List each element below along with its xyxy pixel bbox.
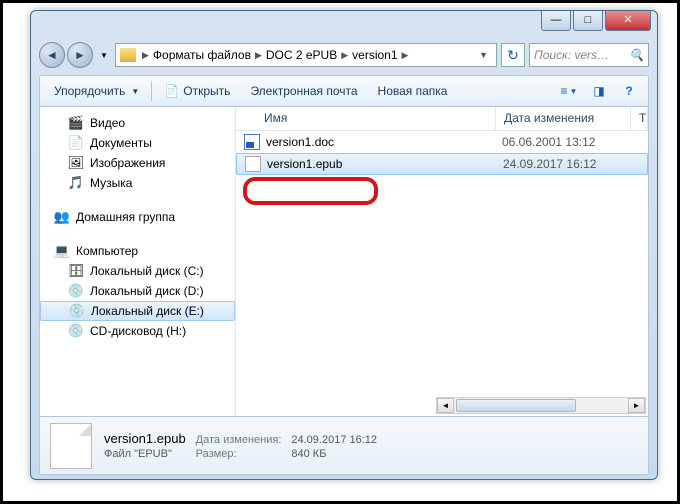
scroll-right-button[interactable]: ► bbox=[628, 398, 645, 413]
sidebar-item-drive-d[interactable]: 💿 Локальный диск (D:) bbox=[40, 281, 235, 301]
close-button[interactable]: ✕ bbox=[605, 11, 651, 31]
file-name: version1.epub bbox=[267, 157, 503, 171]
column-name[interactable]: Имя bbox=[236, 107, 496, 130]
titlebar[interactable]: — □ ✕ bbox=[31, 11, 657, 39]
video-icon: 🎬 bbox=[68, 115, 84, 131]
breadcrumb-item[interactable]: DOC 2 ePUB bbox=[264, 48, 339, 62]
open-label: Открыть bbox=[183, 84, 230, 98]
sidebar-item-drive-c[interactable]: 🗄 Локальный диск (C:) bbox=[40, 261, 235, 281]
sidebar-group-homegroup[interactable]: 👥 Домашняя группа bbox=[40, 207, 235, 227]
scroll-left-button[interactable]: ◄ bbox=[437, 398, 454, 413]
nav-history-dropdown[interactable]: ▼ bbox=[97, 45, 111, 65]
help-button[interactable]: ? bbox=[616, 80, 642, 102]
label: CD-дисковод (H:) bbox=[90, 324, 186, 338]
music-icon: 🎵 bbox=[68, 175, 84, 191]
drive-icon: 🗄 bbox=[68, 263, 84, 279]
details-pane: version1.epub Дата изменения: 24.09.2017… bbox=[39, 417, 649, 475]
breadcrumb-separator[interactable]: ▶ bbox=[253, 50, 264, 61]
back-button[interactable]: ◄ bbox=[39, 42, 65, 68]
explorer-window: — □ ✕ ◄ ► ▼ ▶ Форматы файлов ▶ DOC 2 ePU… bbox=[30, 10, 658, 480]
breadcrumb-separator[interactable]: ▶ bbox=[400, 50, 411, 61]
organize-label: Упорядочить bbox=[54, 84, 125, 98]
content-area: 🎬 Видео 📄 Документы 🖼 Изображения 🎵 Музы… bbox=[39, 107, 649, 417]
breadcrumb-separator[interactable]: ▶ bbox=[140, 50, 151, 61]
window-controls: — □ ✕ bbox=[539, 11, 651, 31]
navigation-pane: 🎬 Видео 📄 Документы 🖼 Изображения 🎵 Музы… bbox=[40, 107, 236, 416]
search-placeholder: Поиск: vers… bbox=[534, 48, 609, 62]
separator bbox=[151, 81, 152, 101]
column-type[interactable]: Т bbox=[631, 107, 648, 130]
address-bar[interactable]: ▶ Форматы файлов ▶ DOC 2 ePUB ▶ version1… bbox=[115, 43, 497, 67]
file-row[interactable]: version1.doc 06.06.2001 13:12 bbox=[236, 131, 648, 153]
breadcrumb-separator[interactable]: ▶ bbox=[339, 50, 350, 61]
file-date: 24.09.2017 16:12 bbox=[503, 157, 596, 171]
sidebar-item-drive-e[interactable]: 💿 Локальный диск (E:) bbox=[40, 301, 235, 321]
details-date-value: 24.09.2017 16:12 bbox=[291, 434, 377, 446]
sidebar-group-computer[interactable]: 💻 Компьютер bbox=[40, 241, 235, 261]
navigation-bar: ◄ ► ▼ ▶ Форматы файлов ▶ DOC 2 ePUB ▶ ve… bbox=[39, 39, 649, 71]
folder-icon bbox=[120, 48, 136, 62]
email-button[interactable]: Электронная почта bbox=[242, 81, 365, 101]
epub-file-icon bbox=[245, 156, 261, 172]
file-date: 06.06.2001 13:12 bbox=[502, 135, 595, 149]
documents-icon: 📄 bbox=[68, 135, 84, 151]
pictures-icon: 🖼 bbox=[68, 155, 84, 171]
file-name: version1.doc bbox=[266, 135, 502, 149]
organize-button[interactable]: Упорядочить ▼ bbox=[46, 81, 147, 101]
file-type-icon bbox=[50, 423, 92, 469]
details-size-label: Размер: bbox=[196, 448, 282, 460]
file-row-selected[interactable]: version1.epub 24.09.2017 16:12 bbox=[236, 153, 648, 175]
forward-button[interactable]: ► bbox=[67, 42, 93, 68]
label: Локальный диск (D:) bbox=[90, 284, 204, 298]
details-filename: version1.epub bbox=[104, 431, 186, 446]
file-list-pane: Имя Дата изменения Т version1.doc 06.06.… bbox=[236, 107, 648, 416]
label: Документы bbox=[90, 136, 152, 150]
details-date-label: Дата изменения: bbox=[196, 434, 282, 446]
drive-icon: 💿 bbox=[68, 283, 84, 299]
new-folder-button[interactable]: Новая папка bbox=[370, 81, 456, 101]
label: Музыка bbox=[90, 176, 132, 190]
breadcrumb-item[interactable]: version1 bbox=[350, 48, 399, 62]
search-box[interactable]: Поиск: vers… 🔍 bbox=[529, 43, 649, 67]
search-icon: 🔍 bbox=[629, 48, 644, 62]
maximize-button[interactable]: □ bbox=[573, 11, 603, 31]
cd-icon: 💿 bbox=[68, 323, 84, 339]
label: Домашняя группа bbox=[76, 210, 175, 224]
details-text: version1.epub Дата изменения: 24.09.2017… bbox=[104, 431, 377, 460]
label: Видео bbox=[90, 116, 125, 130]
sidebar-item-documents[interactable]: 📄 Документы bbox=[40, 133, 235, 153]
file-icon: 📄 bbox=[164, 84, 179, 98]
address-dropdown[interactable]: ▼ bbox=[475, 50, 492, 60]
horizontal-scrollbar[interactable]: ◄ ► bbox=[436, 397, 646, 414]
sidebar-item-pictures[interactable]: 🖼 Изображения bbox=[40, 153, 235, 173]
label: Локальный диск (C:) bbox=[90, 264, 204, 278]
sidebar-item-music[interactable]: 🎵 Музыка bbox=[40, 173, 235, 193]
details-type: Файл "EPUB" bbox=[104, 448, 186, 460]
preview-pane-button[interactable]: ◨ bbox=[586, 80, 612, 102]
computer-icon: 💻 bbox=[54, 243, 70, 259]
command-toolbar: Упорядочить ▼ 📄 Открыть Электронная почт… bbox=[39, 75, 649, 107]
label: Локальный диск (E:) bbox=[91, 304, 204, 318]
minimize-button[interactable]: — bbox=[541, 11, 571, 31]
dropdown-icon: ▼ bbox=[131, 87, 139, 96]
details-size-value: 840 КБ bbox=[291, 448, 377, 460]
scroll-thumb[interactable] bbox=[456, 399, 576, 412]
homegroup-icon: 👥 bbox=[54, 209, 70, 225]
word-doc-icon bbox=[244, 134, 260, 150]
sidebar-item-video[interactable]: 🎬 Видео bbox=[40, 113, 235, 133]
open-button[interactable]: 📄 Открыть bbox=[156, 81, 238, 101]
drive-icon: 💿 bbox=[69, 303, 85, 319]
breadcrumb-item[interactable]: Форматы файлов bbox=[151, 48, 253, 62]
view-options-button[interactable]: ≡▼ bbox=[556, 80, 582, 102]
sidebar-item-cd-drive[interactable]: 💿 CD-дисковод (H:) bbox=[40, 321, 235, 341]
label: Компьютер bbox=[76, 244, 138, 258]
refresh-button[interactable]: ↻ bbox=[501, 43, 525, 67]
label: Изображения bbox=[90, 156, 165, 170]
column-headers: Имя Дата изменения Т bbox=[236, 107, 648, 131]
column-date[interactable]: Дата изменения bbox=[496, 107, 631, 130]
nav-arrows: ◄ ► bbox=[39, 42, 93, 68]
